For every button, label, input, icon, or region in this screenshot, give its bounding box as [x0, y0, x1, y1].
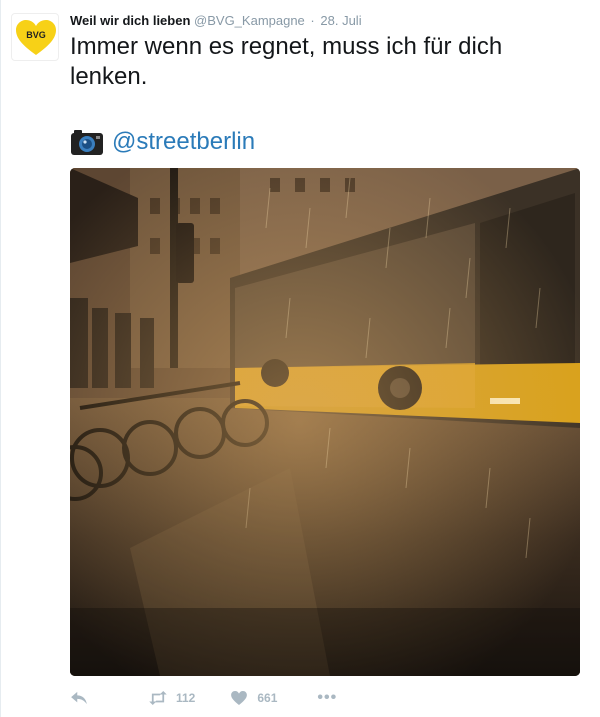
bvg-heart-logo: BVG [16, 20, 56, 55]
rainy-street-bus-image [70, 168, 580, 676]
reply-button[interactable] [70, 691, 90, 705]
reply-icon [71, 691, 87, 705]
tweet-body: BVG Weil wir dich lieben @BVG_Kampagne ·… [1, 0, 600, 717]
photo-credit: @streetberlin [70, 126, 255, 158]
avatar-text: BVG [26, 30, 46, 40]
retweet-count: 112 [176, 691, 196, 705]
author-handle[interactable]: @BVG_Kampagne [194, 13, 305, 28]
like-count: 661 [257, 691, 278, 705]
author-name[interactable]: Weil wir dich lieben [70, 13, 190, 28]
camera-icon [70, 128, 104, 156]
tweet-text: Immer wenn es regnet, muss ich für dich … [70, 33, 503, 90]
avatar[interactable]: BVG [11, 13, 59, 61]
heart-icon [231, 691, 248, 705]
like-button[interactable]: 661 [231, 691, 277, 705]
retweet-button[interactable]: 112 [148, 691, 195, 705]
tweet-date[interactable]: 28. Juli [320, 13, 361, 28]
tweet-card: BVG Weil wir dich lieben @BVG_Kampagne ·… [0, 0, 600, 717]
tweet-header: Weil wir dich lieben @BVG_Kampagne · 28.… [70, 12, 362, 30]
more-button[interactable]: ••• [317, 689, 337, 707]
header-separator: · [310, 13, 315, 28]
tweet-actions: 112 661 ••• [70, 686, 337, 710]
photo-credit-link[interactable]: @streetberlin [112, 128, 255, 156]
tweet-photo[interactable] [70, 168, 580, 676]
retweet-icon [149, 691, 167, 705]
